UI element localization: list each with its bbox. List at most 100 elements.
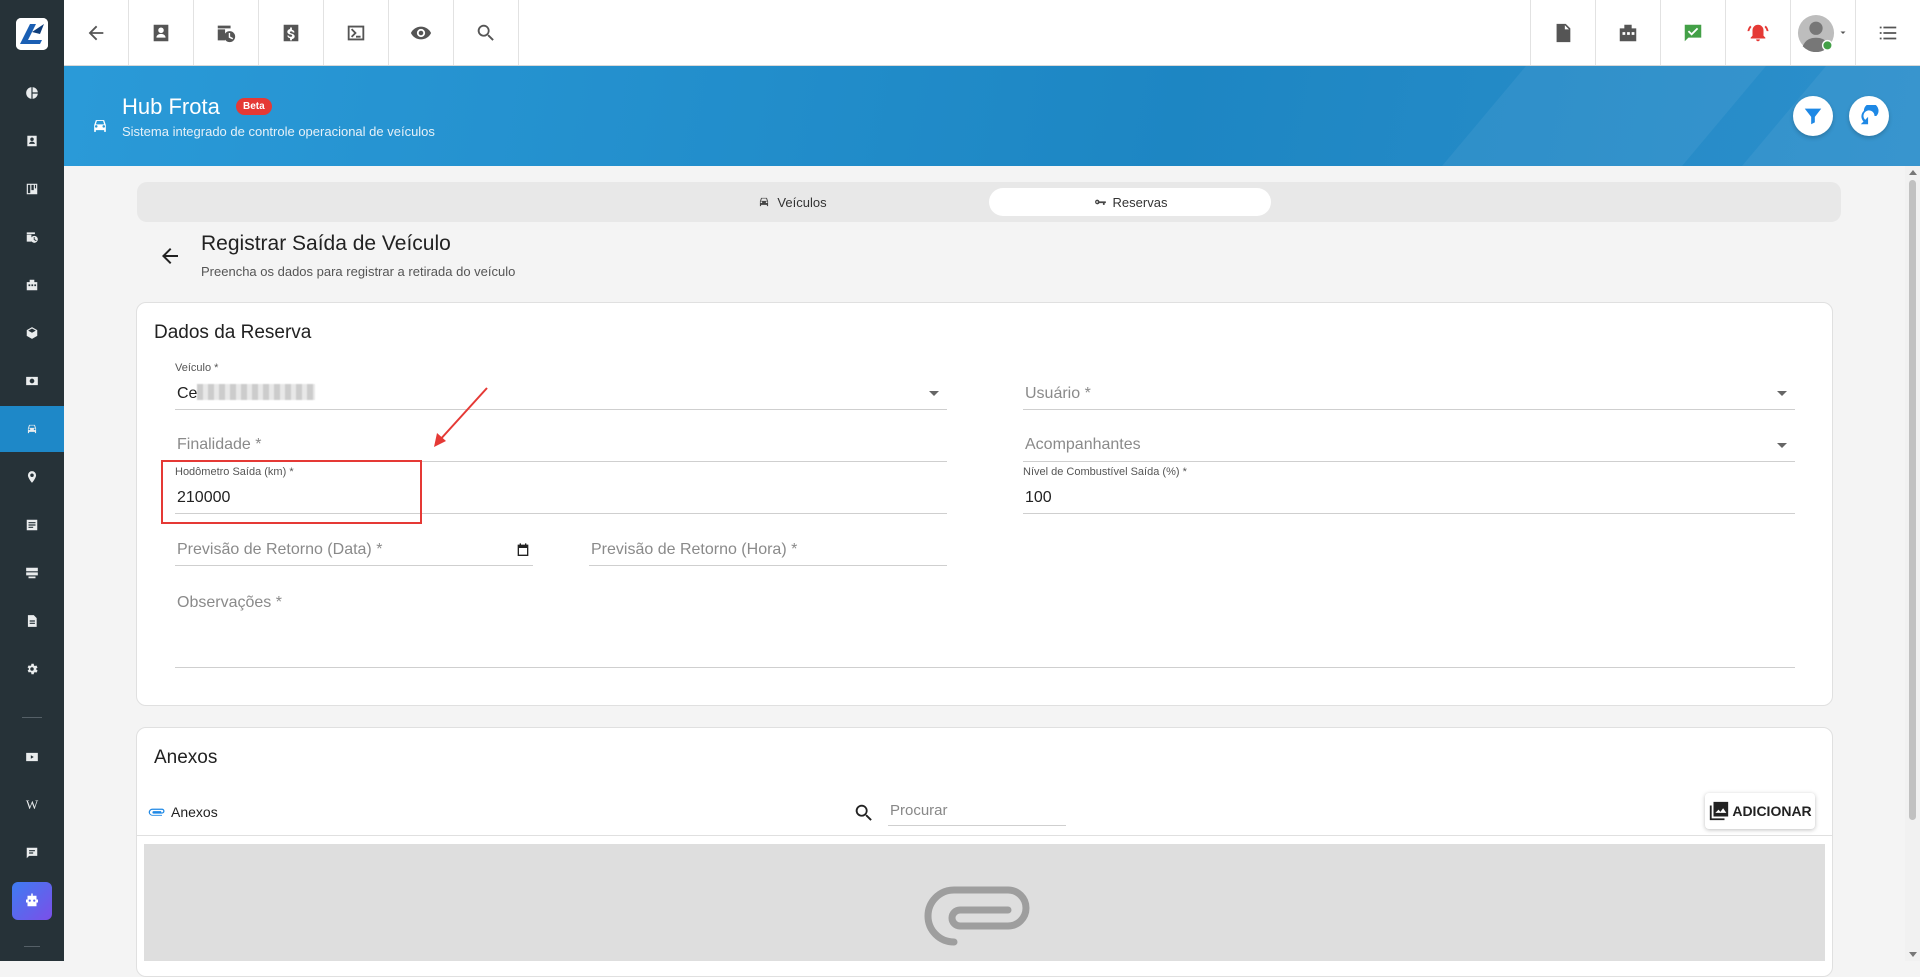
menu-button[interactable] xyxy=(1855,0,1920,65)
scroll-up-icon[interactable] xyxy=(1909,170,1917,175)
sidebar-collapse-handle[interactable] xyxy=(24,946,40,947)
sidebar-item-documents[interactable] xyxy=(0,598,64,644)
server-icon xyxy=(25,566,39,580)
retorno-data-field[interactable]: Previsão de Retorno (Data) * xyxy=(175,530,533,566)
module-subtitle: Sistema integrado de controle operaciona… xyxy=(122,124,435,139)
back-arrow-icon xyxy=(158,244,182,268)
view-button[interactable] xyxy=(389,0,454,65)
sidebar-item-dashboard[interactable] xyxy=(0,70,64,116)
veiculo-value: Ce xyxy=(177,385,198,402)
card-title: Dados da Reserva xyxy=(154,322,312,343)
redacted-text xyxy=(197,384,315,400)
tab-reservas[interactable]: Reservas xyxy=(989,188,1271,216)
tasks-button[interactable] xyxy=(1660,0,1725,65)
sidebar-item-kanban[interactable] xyxy=(0,166,64,212)
back-arrow-icon xyxy=(85,22,107,44)
calendar-clock-icon xyxy=(215,22,237,44)
scrollbar-thumb[interactable] xyxy=(1909,180,1916,820)
dropdown-arrow-icon xyxy=(1777,443,1787,448)
sidebar-item-company[interactable] xyxy=(0,262,64,308)
module-title: Hub Frota xyxy=(122,94,220,119)
section-tabs: Veículos Reservas xyxy=(137,182,1841,222)
key-icon xyxy=(1093,195,1107,209)
tab-veiculos[interactable]: Veículos xyxy=(677,188,907,216)
sidebar-item-fleet[interactable] xyxy=(0,406,64,452)
usuario-select[interactable]: Usuário * xyxy=(1023,362,1795,410)
add-attachment-button[interactable]: ADICIONAR xyxy=(1705,793,1815,829)
company-button[interactable] xyxy=(1595,0,1660,65)
back-button[interactable] xyxy=(64,0,129,65)
page-scrollbar[interactable] xyxy=(1905,166,1920,961)
pdf-icon xyxy=(1552,22,1574,44)
terminal-button[interactable] xyxy=(324,0,389,65)
veiculo-select[interactable]: Veículo * Ce xyxy=(175,362,947,410)
retorno-hora-placeholder: Previsão de Retorno (Hora) * xyxy=(591,541,798,558)
scroll-down-icon[interactable] xyxy=(1909,952,1917,957)
contacts-button[interactable] xyxy=(129,0,194,65)
sidebar-item-servers[interactable] xyxy=(0,550,64,596)
alarm-icon xyxy=(1747,22,1769,44)
kanban-icon xyxy=(25,182,39,196)
page-back-button[interactable] xyxy=(158,244,182,268)
video-icon xyxy=(25,750,39,764)
search-icon xyxy=(475,22,497,44)
cube-icon xyxy=(25,326,39,340)
alerts-button[interactable] xyxy=(1725,0,1790,65)
sidebar-item-finance[interactable] xyxy=(0,358,64,404)
tab-label: Veículos xyxy=(777,194,827,210)
tab-anexos[interactable]: Anexos xyxy=(147,802,218,822)
sidebar-item-videos[interactable] xyxy=(0,734,64,780)
filter-icon xyxy=(1802,105,1824,127)
wiki-icon: W xyxy=(25,797,39,812)
tab-label: Reservas xyxy=(1112,194,1168,210)
combustivel-field[interactable]: Nível de Combustível Saída (%) * 100 xyxy=(1023,466,1795,514)
refresh-button[interactable] xyxy=(1849,96,1889,136)
attachments-search-input[interactable]: Procurar xyxy=(888,800,1066,826)
sidebar-divider xyxy=(22,717,42,718)
filter-button[interactable] xyxy=(1793,96,1833,136)
paperclip-icon xyxy=(147,802,167,822)
combustivel-value: 100 xyxy=(1025,489,1052,506)
module-banner: Hub Frota Beta Sistema integrado de cont… xyxy=(64,66,1920,166)
finalidade-field[interactable]: Finalidade * xyxy=(175,418,947,462)
page-title: Registrar Saída de Veículo xyxy=(201,232,451,255)
app-logo[interactable] xyxy=(16,18,48,50)
chat-check-icon xyxy=(1682,22,1704,44)
sidebar-item-wiki[interactable]: W xyxy=(0,782,64,828)
page-subtitle: Preencha os dados para registrar a retir… xyxy=(201,264,516,279)
chat-icon xyxy=(25,846,39,860)
dropdown-arrow-icon xyxy=(929,391,939,396)
pdf-button[interactable] xyxy=(1530,0,1595,65)
sidebar-item-contacts[interactable] xyxy=(0,118,64,164)
building-icon xyxy=(1617,22,1639,44)
sidebar-item-inventory[interactable] xyxy=(0,310,64,356)
veiculo-label: Veículo * xyxy=(175,362,219,374)
card-title: Anexos xyxy=(154,747,218,768)
car-icon xyxy=(90,116,110,136)
acompanhantes-placeholder: Acompanhantes xyxy=(1025,436,1141,453)
search-button[interactable] xyxy=(454,0,519,65)
sidebar-item-schedule[interactable] xyxy=(0,214,64,260)
combustivel-label: Nível de Combustível Saída (%) * xyxy=(1023,466,1187,478)
user-menu[interactable] xyxy=(1790,0,1855,65)
schedule-button[interactable] xyxy=(194,0,259,65)
assistant-button[interactable] xyxy=(12,882,52,920)
car-icon xyxy=(757,195,771,209)
sidebar-item-list[interactable] xyxy=(0,502,64,548)
map-pin-icon xyxy=(25,470,39,484)
divider xyxy=(136,835,1833,836)
search-icon xyxy=(853,802,875,824)
sidebar: W xyxy=(0,0,64,961)
retorno-hora-field[interactable]: Previsão de Retorno (Hora) * xyxy=(589,530,947,566)
terminal-icon xyxy=(345,22,367,44)
sidebar-item-settings[interactable] xyxy=(0,646,64,692)
acompanhantes-select[interactable]: Acompanhantes xyxy=(1023,418,1795,462)
finance-button[interactable] xyxy=(259,0,324,65)
calendar-icon[interactable] xyxy=(515,542,531,558)
sidebar-item-chat[interactable] xyxy=(0,830,64,876)
beta-badge: Beta xyxy=(236,98,272,115)
sidebar-item-locations[interactable] xyxy=(0,454,64,500)
observacoes-field[interactable]: Observações * xyxy=(175,586,1795,668)
refresh-icon xyxy=(1858,105,1880,127)
add-photo-icon xyxy=(1708,800,1730,822)
